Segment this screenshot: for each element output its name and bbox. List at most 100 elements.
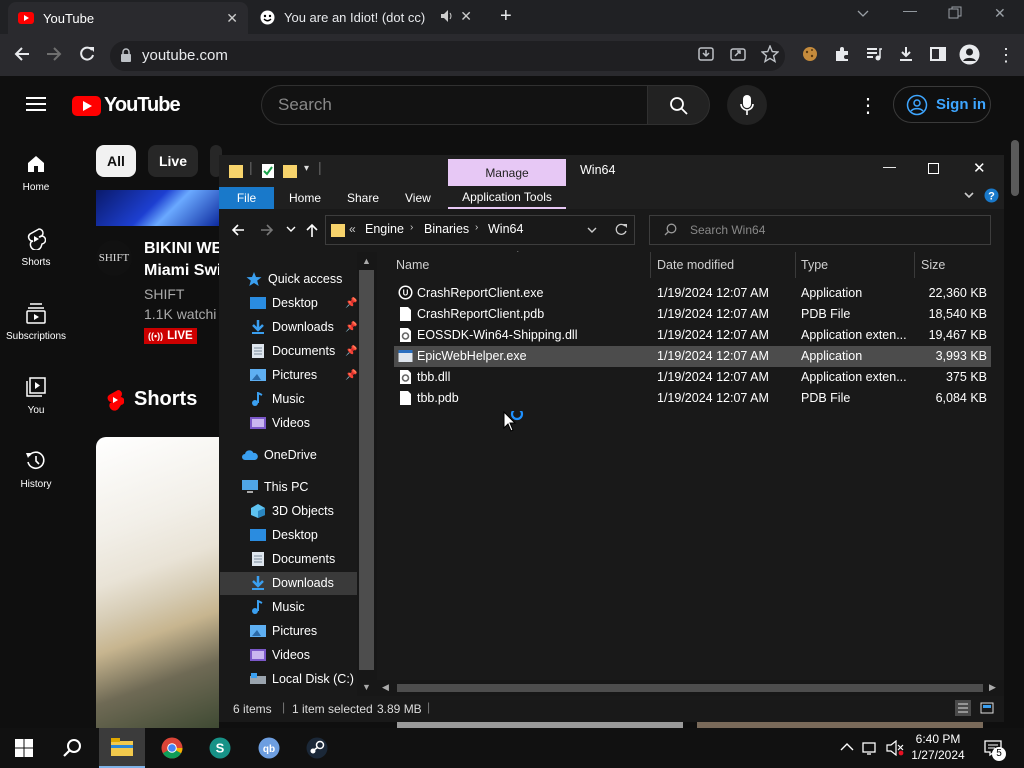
close-window-icon[interactable]: ✕ xyxy=(994,5,1006,22)
network-icon[interactable] xyxy=(862,740,880,756)
scroll-left-icon[interactable]: ◀ xyxy=(382,682,389,693)
cookie-extension-icon[interactable] xyxy=(801,45,819,63)
tab-close-icon[interactable]: ✕ xyxy=(460,8,472,25)
scroll-right-icon[interactable]: ▶ xyxy=(989,682,996,693)
tab-close-icon[interactable]: ✕ xyxy=(226,10,238,27)
video-title[interactable]: BIKINI WE Miami Swi xyxy=(144,238,219,282)
details-view-icon[interactable] xyxy=(955,700,971,716)
tab-share[interactable]: Share xyxy=(347,191,379,205)
downloads-icon[interactable] xyxy=(897,45,915,63)
nav-pc-downloads[interactable]: Downloads xyxy=(250,572,334,594)
forward-icon[interactable] xyxy=(259,222,275,238)
up-icon[interactable] xyxy=(304,222,320,238)
windows-start-icon[interactable] xyxy=(15,739,33,757)
scroll-up-icon[interactable]: ▲ xyxy=(362,256,371,266)
chrome-icon[interactable] xyxy=(161,737,183,759)
restore-icon[interactable] xyxy=(948,6,962,20)
explorer-search-input[interactable]: Search Win64 xyxy=(649,215,991,245)
close-icon[interactable]: ✕ xyxy=(973,159,986,177)
nav-pc-desktop[interactable]: Desktop xyxy=(250,524,318,546)
nav-pc-local-disk[interactable]: Local Disk (C:) xyxy=(250,668,354,690)
sidebar-item-home[interactable]: Home xyxy=(0,154,72,193)
file-row[interactable]: tbb.dll 1/19/2024 12:07 AM Application e… xyxy=(394,367,991,388)
sign-in-button[interactable]: Sign in xyxy=(893,86,991,123)
column-header-size[interactable]: Size xyxy=(921,258,945,272)
nav-pc-pictures[interactable]: Pictures xyxy=(250,620,317,642)
youtube-logo[interactable]: YouTube xyxy=(72,94,181,117)
nav-scrollbar[interactable]: ▲ ▼ xyxy=(357,252,377,696)
address-bar[interactable]: « Engine › Binaries › Win64 xyxy=(325,215,635,245)
tab-home[interactable]: Home xyxy=(289,191,321,205)
nav-this-pc[interactable]: This PC xyxy=(242,476,308,498)
voice-search-button[interactable] xyxy=(727,85,767,125)
nav-quick-access[interactable]: Quick access xyxy=(246,268,342,290)
forward-icon[interactable] xyxy=(45,45,63,63)
live-video-thumbnail[interactable] xyxy=(96,190,219,226)
refresh-icon[interactable] xyxy=(615,223,628,236)
channel-name[interactable]: SHIFT xyxy=(144,286,184,302)
profile-avatar-icon[interactable] xyxy=(959,44,980,65)
horizontal-scrollbar[interactable]: ◀ ▶ xyxy=(377,680,1004,696)
recent-locations-icon[interactable] xyxy=(285,223,297,235)
lock-icon[interactable] xyxy=(120,48,132,63)
breadcrumb-separator-icon[interactable]: › xyxy=(475,222,478,233)
column-header-date[interactable]: Date modified xyxy=(657,258,734,272)
new-tab-icon[interactable]: + xyxy=(500,5,512,28)
column-divider[interactable] xyxy=(650,252,651,278)
media-control-icon[interactable] xyxy=(865,45,883,63)
new-folder-icon[interactable] xyxy=(283,163,297,179)
tab-idiot[interactable]: You are an Idiot! (dot cc) ✕ xyxy=(252,0,482,34)
sidebar-item-subscriptions[interactable]: Subscriptions xyxy=(0,302,72,342)
file-row[interactable]: U CrashReportClient.exe 1/19/2024 12:07 … xyxy=(394,283,991,304)
breadcrumb-engine[interactable]: Engine xyxy=(365,222,404,236)
hidden-icons-chevron-icon[interactable] xyxy=(840,742,854,752)
file-row-selected[interactable]: EpicWebHelper.exe 1/19/2024 12:07 AM App… xyxy=(394,346,991,367)
address-history-icon[interactable] xyxy=(586,224,598,236)
pin-icon[interactable]: 📌 xyxy=(345,298,357,309)
scrollbar-thumb[interactable] xyxy=(397,684,983,692)
nav-quick-documents[interactable]: Documents xyxy=(250,340,335,362)
nav-quick-music[interactable]: Music xyxy=(250,388,305,410)
taskbar-explorer[interactable] xyxy=(99,728,145,768)
column-divider[interactable] xyxy=(795,252,796,278)
pin-icon[interactable]: 📌 xyxy=(345,322,357,333)
search-icon[interactable] xyxy=(62,738,82,758)
nav-quick-downloads[interactable]: Downloads xyxy=(250,316,334,338)
pin-icon[interactable]: 📌 xyxy=(345,370,357,381)
nav-pc-videos[interactable]: Videos xyxy=(250,644,310,666)
search-input[interactable]: Search xyxy=(261,85,647,125)
customize-toolbar-icon[interactable]: ▾ xyxy=(304,163,309,174)
tab-file[interactable]: File xyxy=(219,187,274,209)
tab-youtube[interactable]: YouTube ✕ xyxy=(8,2,248,34)
breadcrumb-win64[interactable]: Win64 xyxy=(488,222,523,236)
sidebar-item-you[interactable]: You xyxy=(0,376,72,416)
back-icon[interactable] xyxy=(13,45,31,63)
page-scrollbar-thumb[interactable] xyxy=(1011,140,1019,196)
sidebar-item-shorts[interactable]: Shorts xyxy=(0,228,72,268)
nav-onedrive[interactable]: OneDrive xyxy=(242,444,317,466)
minimize-icon[interactable]: — xyxy=(903,2,917,18)
column-header-name[interactable]: Name xyxy=(396,258,429,272)
scrollbar-thumb[interactable] xyxy=(359,270,374,670)
share-icon[interactable] xyxy=(729,45,747,63)
settings-menu-icon[interactable]: ⋮ xyxy=(858,93,878,118)
steam-icon[interactable] xyxy=(306,737,328,759)
path-overflow[interactable]: « xyxy=(349,222,356,236)
nav-quick-videos[interactable]: Videos xyxy=(250,412,310,434)
chrome-menu-icon[interactable]: ⋮ xyxy=(997,46,1015,64)
properties-icon[interactable] xyxy=(261,163,275,179)
side-panel-icon[interactable] xyxy=(929,45,947,63)
tab-search-icon[interactable] xyxy=(856,6,870,20)
scroll-down-icon[interactable]: ▼ xyxy=(362,682,371,692)
file-row[interactable]: EOSSDK-Win64-Shipping.dll 1/19/2024 12:0… xyxy=(394,325,991,346)
chip-live[interactable]: Live xyxy=(148,145,198,177)
tab-view[interactable]: View xyxy=(405,191,431,205)
pin-icon[interactable]: 📌 xyxy=(345,346,357,357)
nav-pc-documents[interactable]: Documents xyxy=(250,548,335,570)
column-divider[interactable] xyxy=(914,252,915,278)
minimize-icon[interactable]: — xyxy=(883,159,896,174)
nav-pc-3d-objects[interactable]: 3D Objects xyxy=(250,500,334,522)
nav-quick-pictures[interactable]: Pictures xyxy=(250,364,317,386)
tab-manage[interactable]: Manage xyxy=(448,159,566,186)
channel-avatar[interactable]: SHIFT xyxy=(96,240,132,276)
